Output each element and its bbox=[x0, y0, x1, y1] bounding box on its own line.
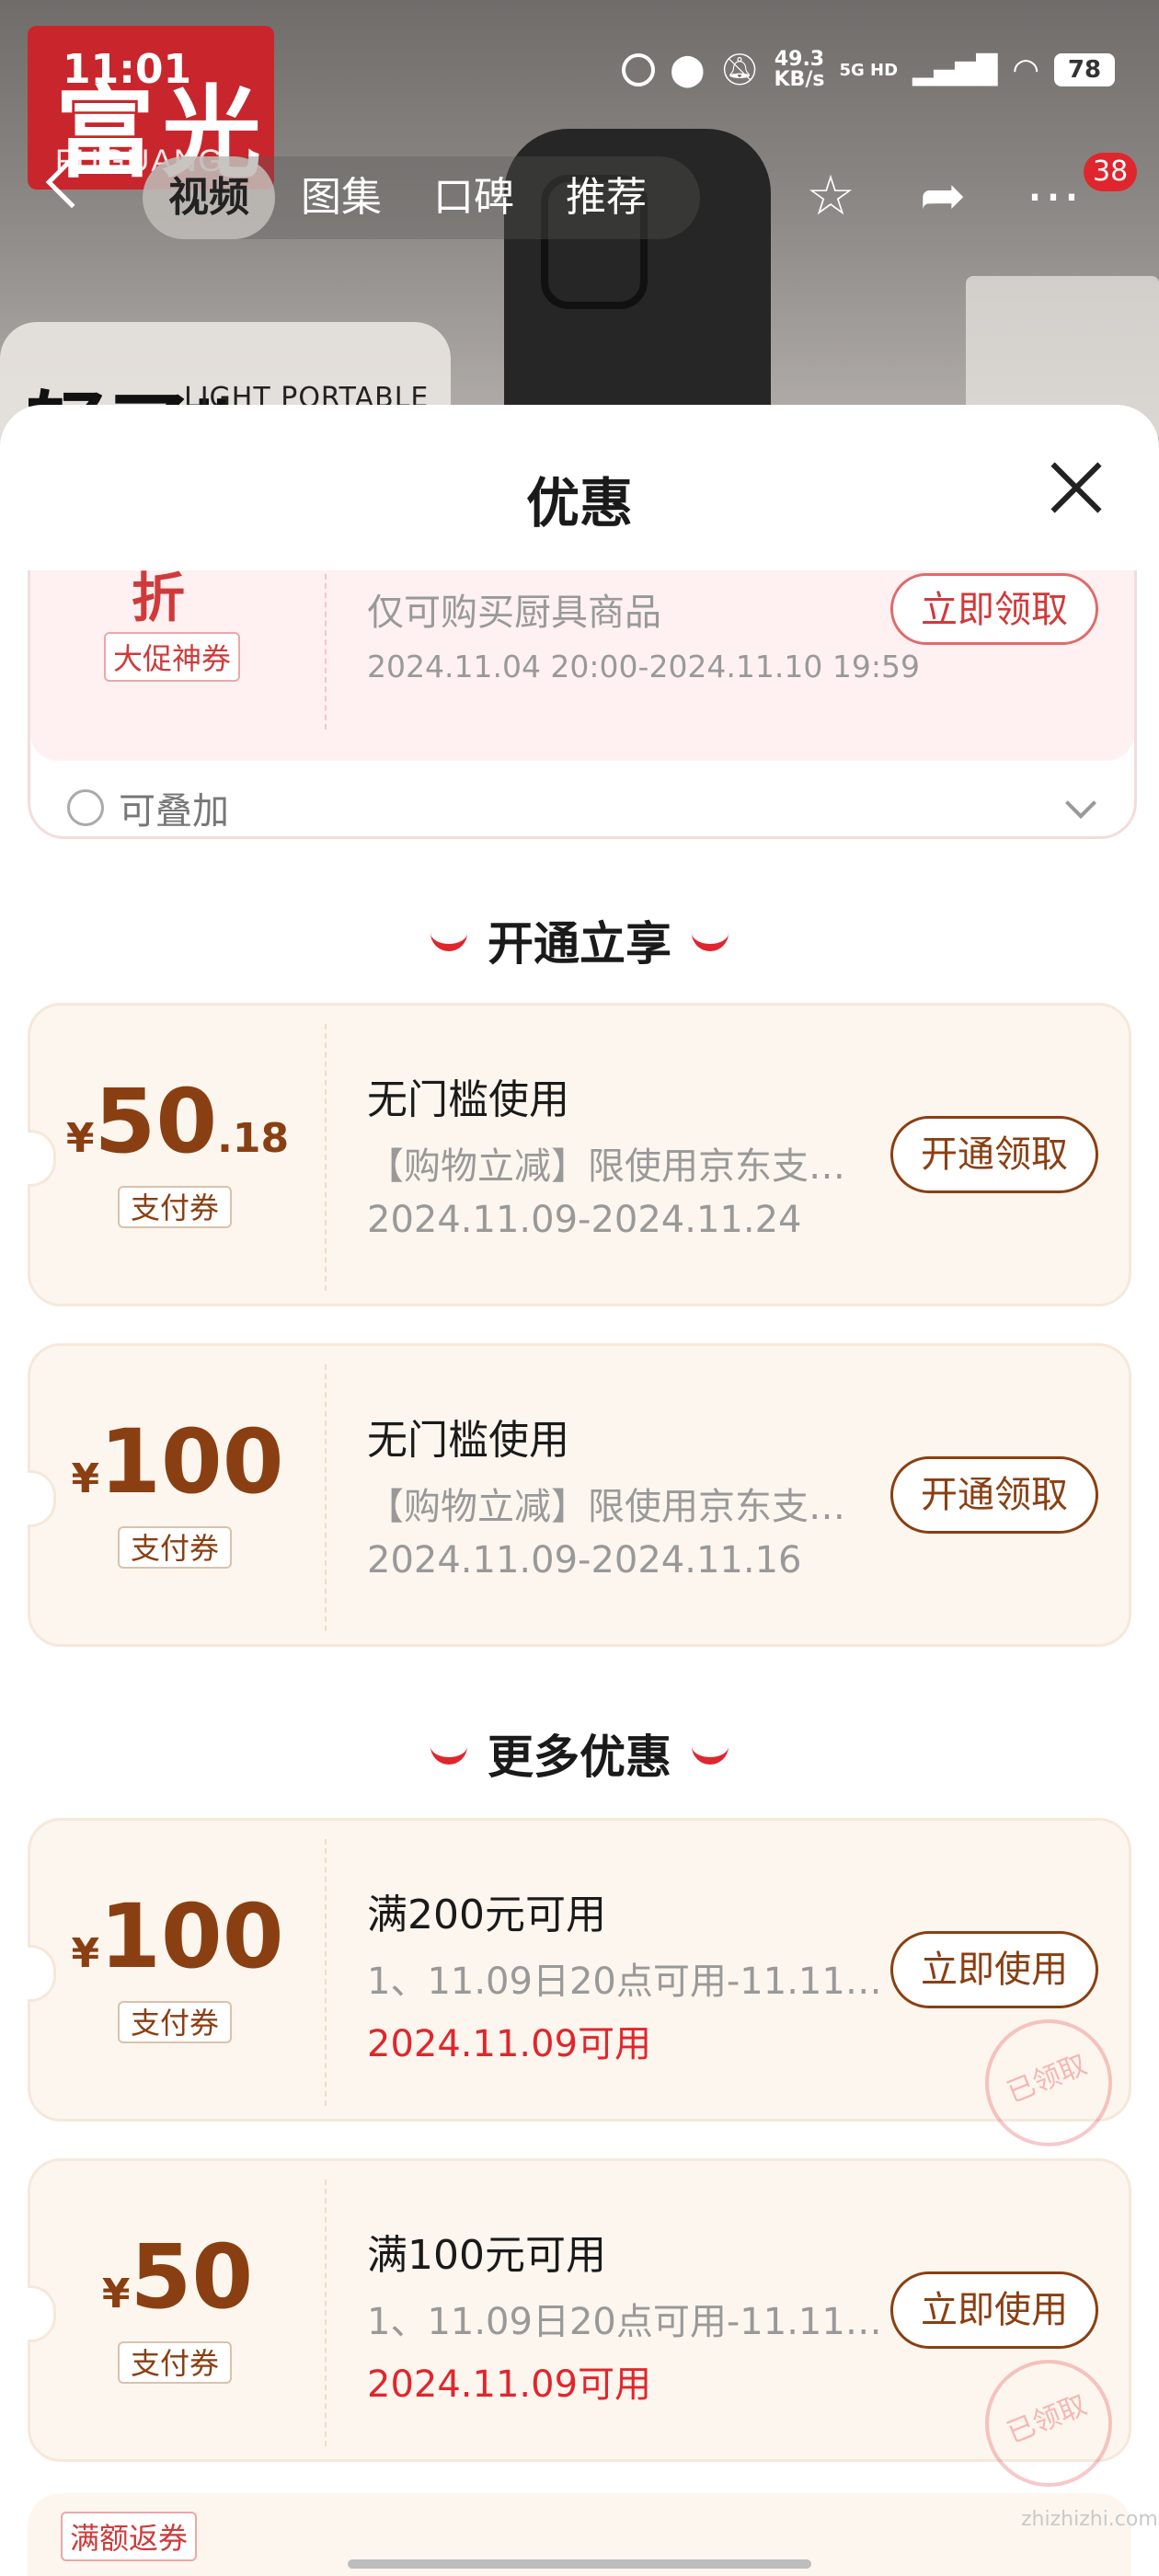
amount-value: 100 bbox=[99, 1885, 284, 1988]
coupon-divider bbox=[325, 1839, 327, 2106]
section-title-more: 更多优惠 bbox=[488, 1731, 671, 1784]
network-speed: 49.3 KB/s bbox=[775, 50, 825, 90]
amount-decimal: .18 bbox=[217, 1115, 290, 1162]
status-time: 11:01 bbox=[63, 46, 192, 93]
coupon-title: 满100元可用 bbox=[367, 2232, 606, 2279]
bottom-coupon-tag: 满额返券 bbox=[61, 2512, 198, 2561]
smile-icon bbox=[692, 1739, 729, 1765]
claim-now-button[interactable]: 立即领取 bbox=[890, 573, 1098, 645]
speed-unit: KB/s bbox=[774, 68, 825, 91]
promo-discount: 折 bbox=[132, 570, 186, 629]
chevron-down-icon[interactable] bbox=[1065, 788, 1096, 819]
home-indicator[interactable] bbox=[348, 2559, 811, 2569]
media-tabs: 视频 图集 口碑 推荐 bbox=[143, 156, 700, 239]
mute-icon: 🔕︎ bbox=[719, 52, 760, 88]
battery-indicator: 78 bbox=[1054, 53, 1115, 86]
coupon-card: ¥50 支付券 满100元可用 1、11.09日20点可用-11.11… 202… bbox=[28, 2158, 1131, 2506]
claimed-stamp: 已领取 bbox=[966, 2000, 1131, 2166]
coupon-type-tag: 支付券 bbox=[118, 1526, 232, 1569]
promo-date: 2024.11.04 20:00-2024.11.10 19:59 bbox=[367, 649, 920, 684]
coupon-type-tag: 支付券 bbox=[118, 2341, 232, 2384]
coupon-title: 满200元可用 bbox=[367, 1892, 606, 1938]
tab-video[interactable]: 视频 bbox=[143, 156, 275, 239]
section-header-open: 开通立享 bbox=[0, 907, 1159, 973]
wifi-icon: ◠ bbox=[1012, 52, 1039, 88]
smile-icon bbox=[430, 926, 467, 951]
promo-divider bbox=[325, 570, 327, 730]
stackable-row[interactable]: 可叠加 bbox=[67, 781, 229, 834]
stackable-label: 可叠加 bbox=[119, 790, 229, 833]
open-claim-button[interactable]: 开通领取 bbox=[890, 1116, 1098, 1193]
promo-tag: 大促神券 bbox=[104, 632, 241, 682]
currency-symbol: ¥ bbox=[71, 1455, 100, 1502]
coupon-type-tag: 支付券 bbox=[118, 1186, 232, 1228]
alarm-icon bbox=[622, 53, 656, 86]
close-icon[interactable] bbox=[1049, 460, 1104, 515]
tab-reviews[interactable]: 口碑 bbox=[407, 156, 540, 239]
amount-value: 100 bbox=[99, 1410, 284, 1513]
coupon-date: 2024.11.09-2024.11.16 bbox=[367, 1539, 802, 1581]
coupon-title: 无门槛使用 bbox=[367, 1076, 569, 1123]
coupon-amount: ¥100 bbox=[30, 1885, 325, 1988]
use-now-button[interactable]: 立即使用 bbox=[890, 2271, 1098, 2349]
tab-gallery[interactable]: 图集 bbox=[275, 156, 407, 239]
coupon-list[interactable]: 折 大促神券 仅可购买厨具商品 2024.11.04 20:00-2024.11… bbox=[0, 570, 1159, 2576]
currency-symbol: ¥ bbox=[65, 1115, 95, 1162]
coupon-card: ¥100 支付券 满200元可用 1、11.09日20点可用-11.11… 20… bbox=[28, 1818, 1131, 2166]
coupon-type-tag: 支付券 bbox=[118, 2001, 232, 2043]
coupon-amount: ¥50.18 bbox=[30, 1070, 325, 1173]
promo-coupon: 折 大促神券 仅可购买厨具商品 2024.11.04 20:00-2024.11… bbox=[28, 570, 1137, 839]
claimed-stamp: 已领取 bbox=[966, 2340, 1131, 2506]
coupon-desc: 【购物立减】限使用京东支… bbox=[367, 1145, 845, 1188]
coupon-amount: ¥50 bbox=[30, 2225, 325, 2329]
coupon-divider bbox=[325, 2179, 327, 2446]
coupon-desc: 1、11.09日20点可用-11.11… bbox=[367, 2301, 882, 2343]
currency-symbol: ¥ bbox=[101, 2271, 131, 2317]
coupon-title: 无门槛使用 bbox=[367, 1417, 569, 1464]
coupon-divider bbox=[325, 1364, 327, 1631]
network-type: 5G HD bbox=[839, 60, 899, 80]
use-now-button[interactable]: 立即使用 bbox=[890, 1931, 1098, 2008]
discount-sheet: 优惠 折 大促神券 仅可购买厨具商品 2024.11.04 20:00-2024… bbox=[0, 405, 1159, 2576]
coupon-card: ¥100 支付券 无门槛使用 【购物立减】限使用京东支… 2024.11.09-… bbox=[28, 1343, 1131, 1647]
section-header-more: 更多优惠 bbox=[0, 1720, 1159, 1787]
more-icon[interactable]: ⋯ bbox=[1021, 164, 1085, 228]
share-icon[interactable]: ➦ bbox=[911, 164, 975, 228]
smile-icon bbox=[692, 926, 729, 951]
sheet-title: 优惠 bbox=[525, 472, 633, 535]
coupon-card: ¥50.18 支付券 无门槛使用 【购物立减】限使用京东支… 2024.11.0… bbox=[28, 1003, 1131, 1306]
signal-icon: ▂▄▆█ bbox=[912, 53, 998, 86]
open-claim-button[interactable]: 开通领取 bbox=[890, 1456, 1098, 1534]
tab-recommend[interactable]: 推荐 bbox=[540, 156, 672, 239]
amount-value: 50 bbox=[130, 2225, 254, 2329]
more-badge: 38 bbox=[1084, 153, 1138, 191]
status-bar: 11:01 ⬤ 🔕︎ 49.3 KB/s 5G HD ▂▄▆█ ◠ 78 bbox=[0, 0, 1159, 147]
coupon-divider bbox=[325, 1024, 327, 1291]
section-title-open: 开通立享 bbox=[488, 917, 671, 971]
promo-coupon-body: 折 大促神券 仅可购买厨具商品 2024.11.04 20:00-2024.11… bbox=[30, 570, 1134, 761]
status-icons: ⬤ 🔕︎ 49.3 KB/s 5G HD ▂▄▆█ ◠ 78 bbox=[622, 50, 1115, 90]
watermark: zhizhizhi.com bbox=[1021, 2508, 1158, 2531]
coupon-date: 2024.11.09可用 bbox=[367, 2363, 652, 2406]
promo-desc: 仅可购买厨具商品 bbox=[367, 592, 661, 634]
coupon-date: 2024.11.09-2024.11.24 bbox=[367, 1199, 802, 1241]
smile-icon bbox=[430, 1739, 467, 1765]
coupon-amount: ¥100 bbox=[30, 1410, 325, 1513]
coupon-desc: 【购物立减】限使用京东支… bbox=[367, 1486, 845, 1528]
star-icon[interactable]: ☆ bbox=[798, 164, 863, 228]
currency-symbol: ¥ bbox=[71, 1930, 100, 1977]
location-icon: ⬤ bbox=[670, 52, 706, 88]
coupon-desc: 1、11.09日20点可用-11.11… bbox=[367, 1961, 882, 2003]
stack-icon bbox=[67, 789, 104, 826]
amount-value: 50 bbox=[94, 1070, 218, 1173]
coupon-date: 2024.11.09可用 bbox=[367, 2023, 652, 2065]
